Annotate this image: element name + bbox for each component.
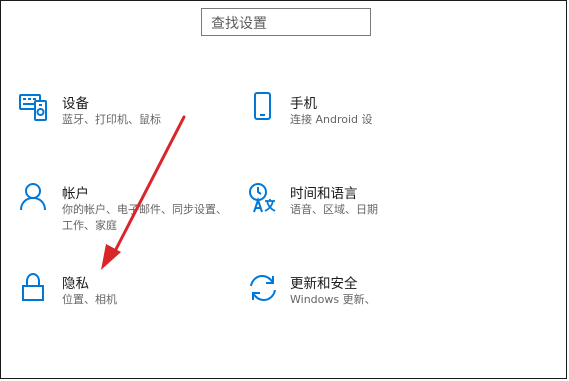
tile-title: 时间和语言 bbox=[290, 186, 358, 202]
sync-icon bbox=[246, 272, 280, 306]
tile-description: 蓝牙、打印机、鼠标 bbox=[62, 113, 161, 126]
tile-description: 连接 Android 设 bbox=[290, 113, 373, 126]
search-placeholder: 查找设置 bbox=[211, 16, 267, 32]
tile-title: 设备 bbox=[62, 96, 89, 112]
time-language-icon bbox=[246, 182, 280, 216]
tile-description: 语音、区域、日期 bbox=[290, 203, 378, 216]
person-icon bbox=[18, 182, 52, 216]
tile-title: 帐户 bbox=[62, 186, 89, 202]
tile-title: 手机 bbox=[290, 96, 317, 112]
tile-description: Windows 更新、 bbox=[290, 293, 376, 306]
phone-icon bbox=[246, 92, 280, 126]
tile-description: 你的帐户、电子邮件、同步设置、 工作、家庭 bbox=[62, 203, 227, 232]
tile-description: 位置、相机 bbox=[62, 293, 117, 306]
tile-title: 隐私 bbox=[62, 276, 89, 292]
tile-title: 更新和安全 bbox=[290, 276, 358, 292]
devices-icon bbox=[18, 92, 52, 126]
search-input[interactable]: 查找设置 bbox=[201, 8, 371, 36]
lock-icon bbox=[18, 272, 52, 306]
